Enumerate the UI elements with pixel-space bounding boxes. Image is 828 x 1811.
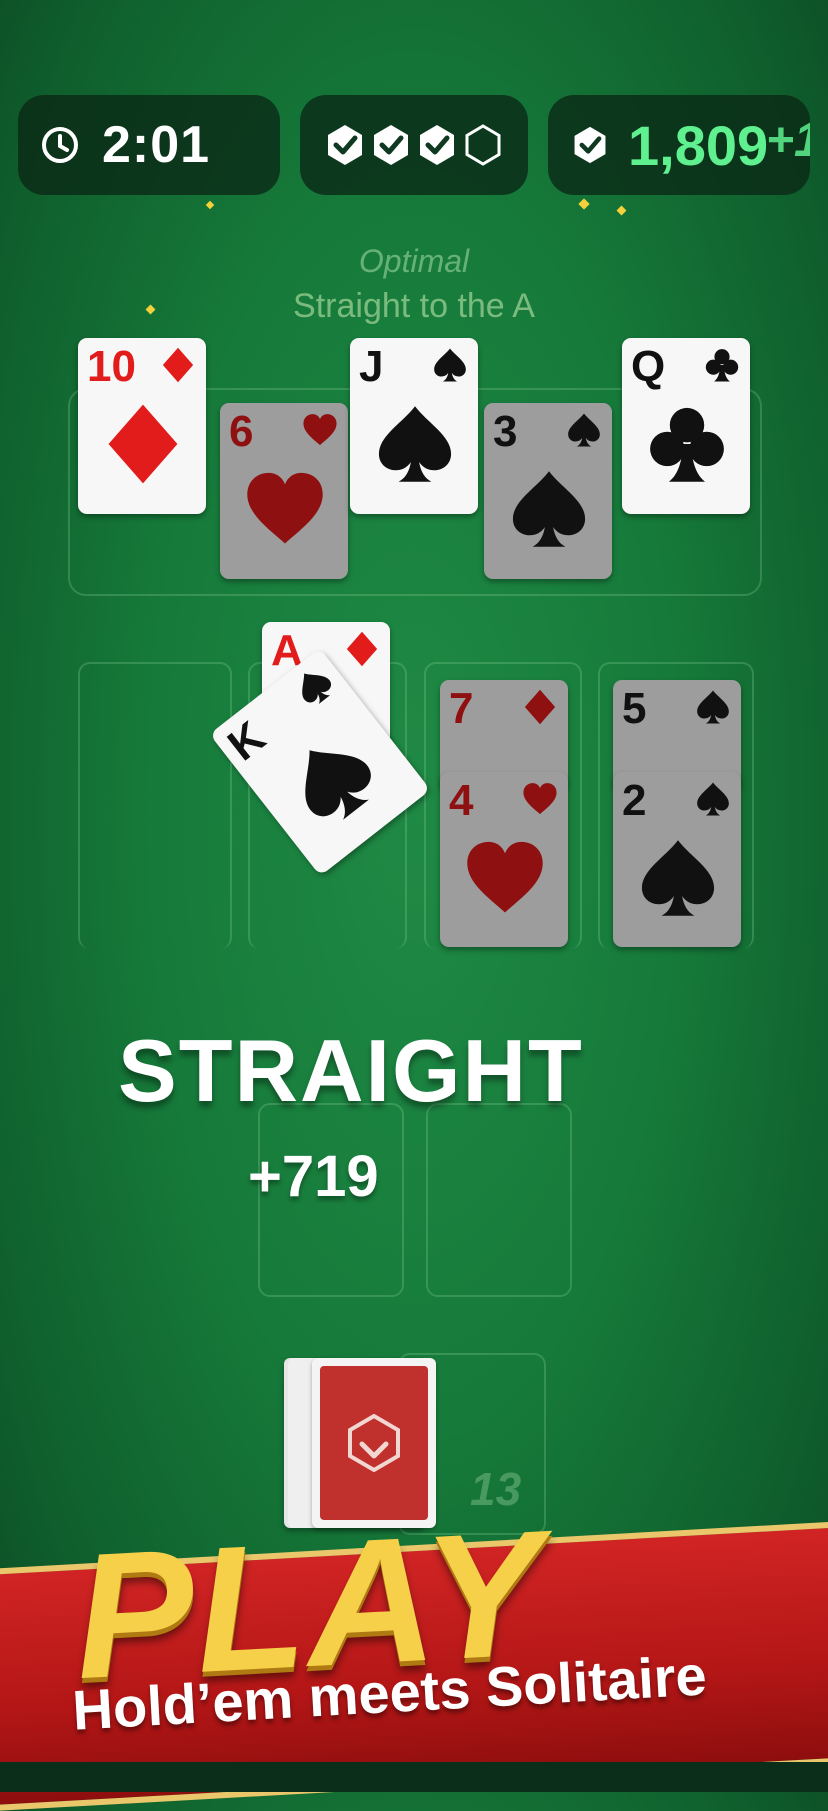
diamond-icon bbox=[160, 347, 196, 383]
progress-check-icon-3 bbox=[420, 125, 454, 165]
card-rank: Q bbox=[631, 342, 666, 391]
hint-text: Straight to the A bbox=[293, 287, 535, 325]
spade-icon bbox=[695, 689, 731, 725]
round-progress bbox=[300, 95, 528, 195]
hint-label: Optimal bbox=[358, 243, 470, 279]
card-rank: 10 bbox=[87, 342, 136, 391]
clock-icon bbox=[42, 127, 78, 163]
card-rank: 2 bbox=[622, 776, 647, 825]
timer-panel: 2:01 bbox=[18, 95, 280, 195]
score-check-icon bbox=[574, 126, 606, 164]
spade-icon bbox=[289, 661, 340, 712]
diamond-icon bbox=[344, 631, 380, 667]
card-rank: 3 bbox=[493, 407, 518, 456]
club-icon bbox=[704, 347, 740, 383]
spade-icon bbox=[432, 347, 468, 383]
hand-slot-2[interactable] bbox=[426, 1103, 572, 1297]
card-q-clubs[interactable]: Q bbox=[622, 338, 750, 514]
progress-empty-icon bbox=[465, 124, 501, 166]
sparkle bbox=[616, 205, 627, 216]
progress-check-icon-1 bbox=[328, 125, 362, 165]
score-value: 1,809 bbox=[628, 113, 769, 177]
heart-icon bbox=[302, 412, 338, 448]
sparkle bbox=[205, 200, 215, 210]
heart-icon bbox=[244, 463, 326, 555]
timer-value: 2:01 bbox=[102, 116, 211, 174]
hand-result-points: +719 bbox=[248, 1144, 379, 1209]
sparkle bbox=[578, 198, 590, 210]
card-rank: 7 bbox=[449, 684, 474, 733]
hand-result-title: STRAIGHT bbox=[118, 1021, 584, 1120]
diamond-icon bbox=[522, 689, 558, 725]
score-panel: 1,809 +12 bbox=[548, 95, 810, 195]
spade-icon bbox=[272, 718, 393, 841]
score-gain-popup: +12 bbox=[766, 114, 810, 167]
card-rank: J bbox=[359, 342, 384, 391]
spade-icon bbox=[695, 781, 731, 817]
bottom-strip bbox=[0, 1762, 828, 1792]
card-4-hearts[interactable]: 4 bbox=[440, 772, 568, 947]
diamond-icon bbox=[102, 398, 184, 490]
card-rank: 6 bbox=[229, 407, 254, 456]
card-3-spades[interactable]: 3 bbox=[484, 403, 612, 579]
club-icon bbox=[646, 398, 728, 490]
spade-icon bbox=[374, 398, 456, 490]
card-back-emblem-icon bbox=[348, 1414, 400, 1472]
card-rank: 5 bbox=[622, 684, 647, 733]
spade-icon bbox=[637, 832, 719, 924]
column-slot-1[interactable] bbox=[78, 662, 232, 949]
spade-icon bbox=[566, 412, 602, 448]
heart-icon bbox=[522, 781, 558, 817]
card-2-spades[interactable]: 2 bbox=[613, 772, 741, 947]
heart-icon bbox=[464, 832, 546, 924]
card-rank: 4 bbox=[449, 776, 474, 825]
spade-icon bbox=[508, 463, 590, 555]
card-6-hearts[interactable]: 6 bbox=[220, 403, 348, 579]
card-10-diamonds[interactable]: 10 bbox=[78, 338, 206, 514]
progress-check-icon-2 bbox=[374, 125, 408, 165]
card-j-spades[interactable]: J bbox=[350, 338, 478, 514]
